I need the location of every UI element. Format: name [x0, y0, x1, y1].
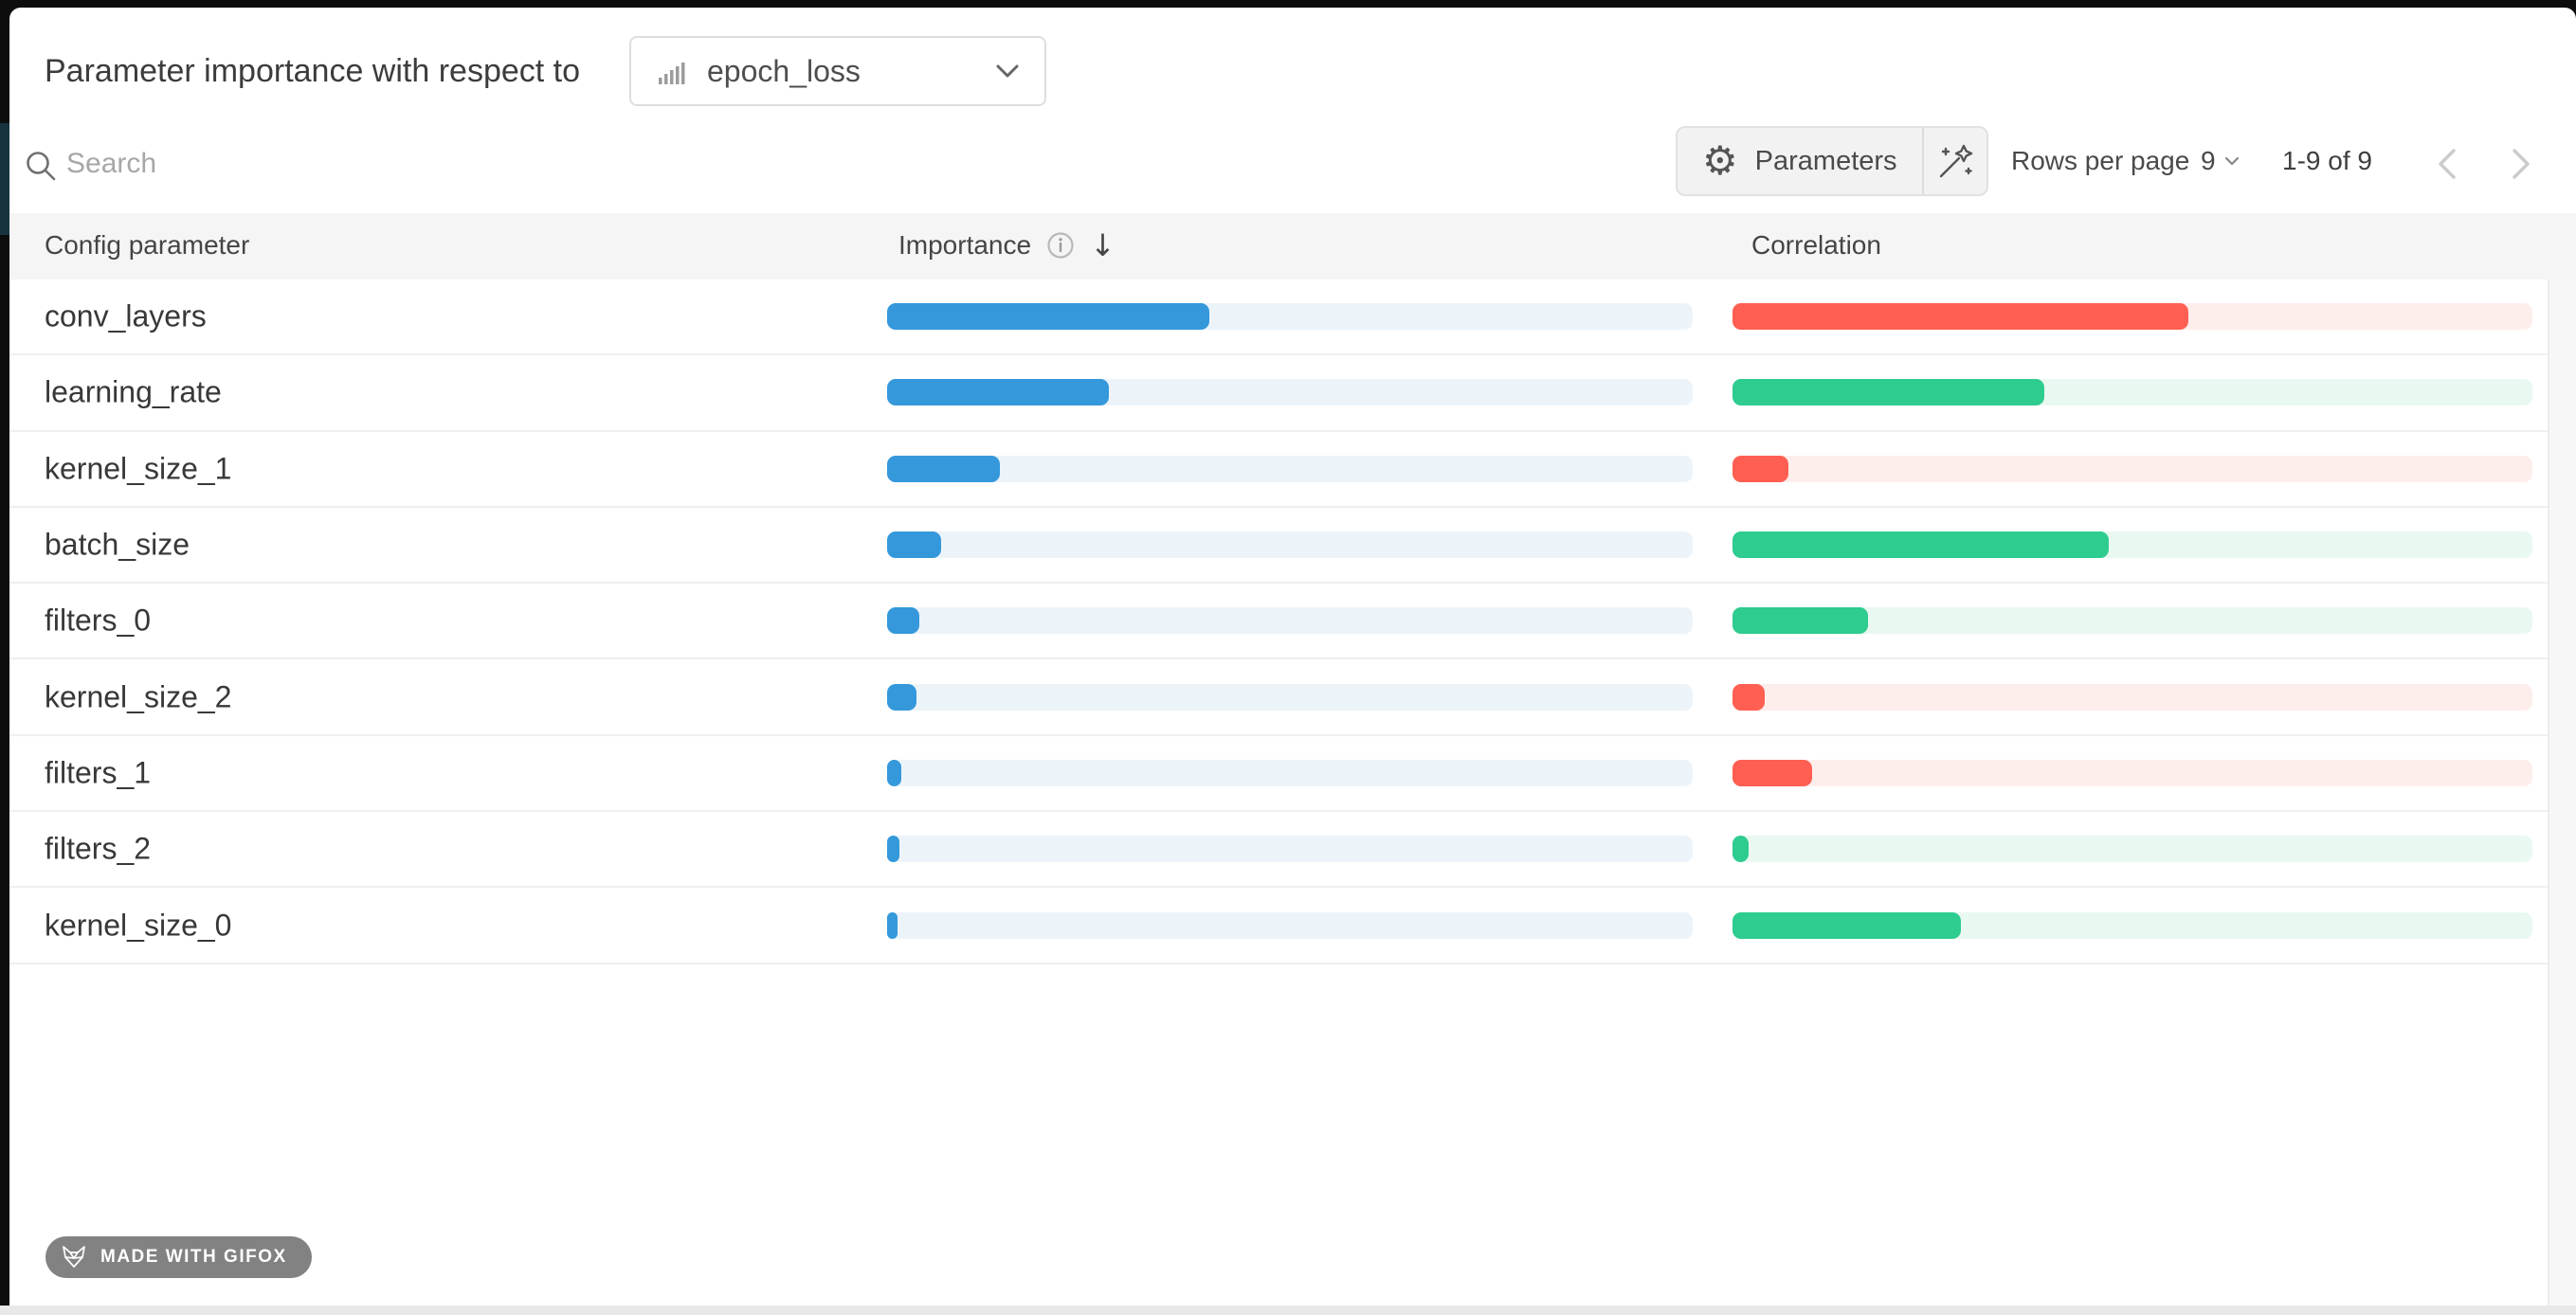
- param-name: filters_1: [45, 755, 151, 790]
- chevron-left-icon: [2436, 146, 2458, 182]
- correlation-bar-fill: [1732, 379, 2044, 405]
- table-row[interactable]: kernel_size_1: [9, 432, 2576, 508]
- param-name: conv_layers: [45, 299, 207, 334]
- table-row[interactable]: batch_size: [9, 508, 2576, 584]
- bar-chart-icon: [656, 55, 688, 87]
- metric-dropdown-value: epoch_loss: [707, 54, 861, 89]
- table-header: Config parameter Importance ↓ Correlatio…: [9, 213, 2576, 279]
- sort-descending-icon[interactable]: ↓: [1090, 230, 1116, 261]
- importance-bar-track: [887, 531, 1693, 558]
- importance-bar-track: [887, 379, 1693, 405]
- table-row[interactable]: kernel_size_0: [9, 888, 2576, 964]
- importance-bar-track: [887, 684, 1693, 711]
- panel-title: Parameter importance with respect to: [45, 53, 580, 90]
- correlation-bar-track: [1732, 303, 2532, 330]
- correlation-bar-fill: [1732, 912, 1961, 939]
- param-name: batch_size: [45, 528, 190, 563]
- importance-bar-track: [887, 456, 1693, 482]
- importance-header-label: Importance: [898, 230, 1031, 261]
- importance-bar-track: [887, 836, 1693, 862]
- info-icon[interactable]: [1046, 231, 1075, 260]
- correlation-bar-fill: [1732, 531, 2109, 558]
- column-header-importance[interactable]: Importance ↓: [898, 230, 1116, 261]
- parameters-button-label: Parameters: [1755, 146, 1897, 177]
- column-header-correlation: Correlation: [1751, 230, 1881, 261]
- param-name: kernel_size_0: [45, 908, 231, 943]
- correlation-bar-track: [1732, 684, 2532, 711]
- table-body: conv_layers learning_rate kernel_size_1 …: [9, 279, 2576, 964]
- importance-bar-fill: [887, 379, 1109, 405]
- correlation-bar-fill: [1732, 760, 1812, 786]
- previous-page-button[interactable]: [2432, 142, 2462, 186]
- parameter-importance-panel: Parameter importance with respect to epo…: [9, 8, 2576, 1306]
- window-bottom-edge: [0, 1306, 2576, 1315]
- table-row[interactable]: conv_layers: [9, 279, 2576, 355]
- table-row[interactable]: kernel_size_2: [9, 659, 2576, 735]
- param-name: learning_rate: [45, 375, 222, 410]
- table-row[interactable]: filters_2: [9, 812, 2576, 888]
- importance-bar-track: [887, 607, 1693, 634]
- importance-bar-fill: [887, 456, 1000, 482]
- importance-bar-fill: [887, 836, 899, 862]
- rows-per-page-select[interactable]: 9: [2201, 146, 2240, 176]
- rows-per-page-value: 9: [2201, 146, 2216, 176]
- correlation-bar-track: [1732, 379, 2532, 405]
- scrollbar-gutter: [2548, 279, 2576, 1306]
- param-name: filters_0: [45, 603, 151, 639]
- search-icon: [23, 148, 59, 184]
- importance-bar-track: [887, 303, 1693, 330]
- table-row[interactable]: filters_1: [9, 736, 2576, 812]
- correlation-bar-fill: [1732, 303, 2188, 330]
- fox-icon: [61, 1245, 87, 1270]
- importance-bar-fill: [887, 760, 901, 786]
- correlation-bar-fill: [1732, 836, 1749, 862]
- correlation-bar-fill: [1732, 456, 1788, 482]
- chevron-right-icon: [2510, 146, 2532, 182]
- correlation-bar-track: [1732, 836, 2532, 862]
- correlation-bar-track: [1732, 607, 2532, 634]
- param-name: filters_2: [45, 832, 151, 867]
- background-accent: [0, 123, 9, 235]
- search-input[interactable]: [64, 140, 1490, 188]
- importance-bar-fill: [887, 684, 916, 711]
- chevron-down-icon: [995, 63, 1020, 79]
- gear-icon: ⚙: [1702, 141, 1738, 181]
- correlation-bar-fill: [1732, 684, 1765, 711]
- table-row[interactable]: filters_0: [9, 584, 2576, 659]
- importance-bar-track: [887, 760, 1693, 786]
- importance-bar-fill: [887, 607, 919, 634]
- chevron-down-small-icon: [2224, 156, 2240, 166]
- pagination-range: 1-9 of 9: [2282, 146, 2372, 176]
- rows-per-page-label: Rows per page: [2011, 146, 2189, 176]
- table-row[interactable]: learning_rate: [9, 355, 2576, 431]
- correlation-bar-track: [1732, 760, 2532, 786]
- table-controls-button-group: ⚙ Parameters: [1676, 126, 1988, 196]
- made-with-gifox-badge[interactable]: MADE WITH GIFOX: [45, 1236, 312, 1278]
- badge-label: MADE WITH GIFOX: [100, 1247, 287, 1268]
- correlation-bar-track: [1732, 531, 2532, 558]
- correlation-bar-track: [1732, 912, 2532, 939]
- importance-bar-fill: [887, 912, 898, 939]
- magic-wand-button[interactable]: [1924, 128, 1986, 194]
- parameters-button[interactable]: ⚙ Parameters: [1678, 128, 1922, 194]
- magic-wand-icon: [1934, 140, 1976, 182]
- importance-bar-fill: [887, 531, 941, 558]
- next-page-button[interactable]: [2506, 142, 2536, 186]
- correlation-bar-track: [1732, 456, 2532, 482]
- metric-dropdown[interactable]: epoch_loss: [629, 36, 1046, 106]
- correlation-bar-fill: [1732, 607, 1868, 634]
- param-name: kernel_size_2: [45, 679, 231, 714]
- importance-bar-track: [887, 912, 1693, 939]
- importance-bar-fill: [887, 303, 1209, 330]
- column-header-config-parameter: Config parameter: [45, 230, 249, 261]
- param-name: kernel_size_1: [45, 451, 231, 486]
